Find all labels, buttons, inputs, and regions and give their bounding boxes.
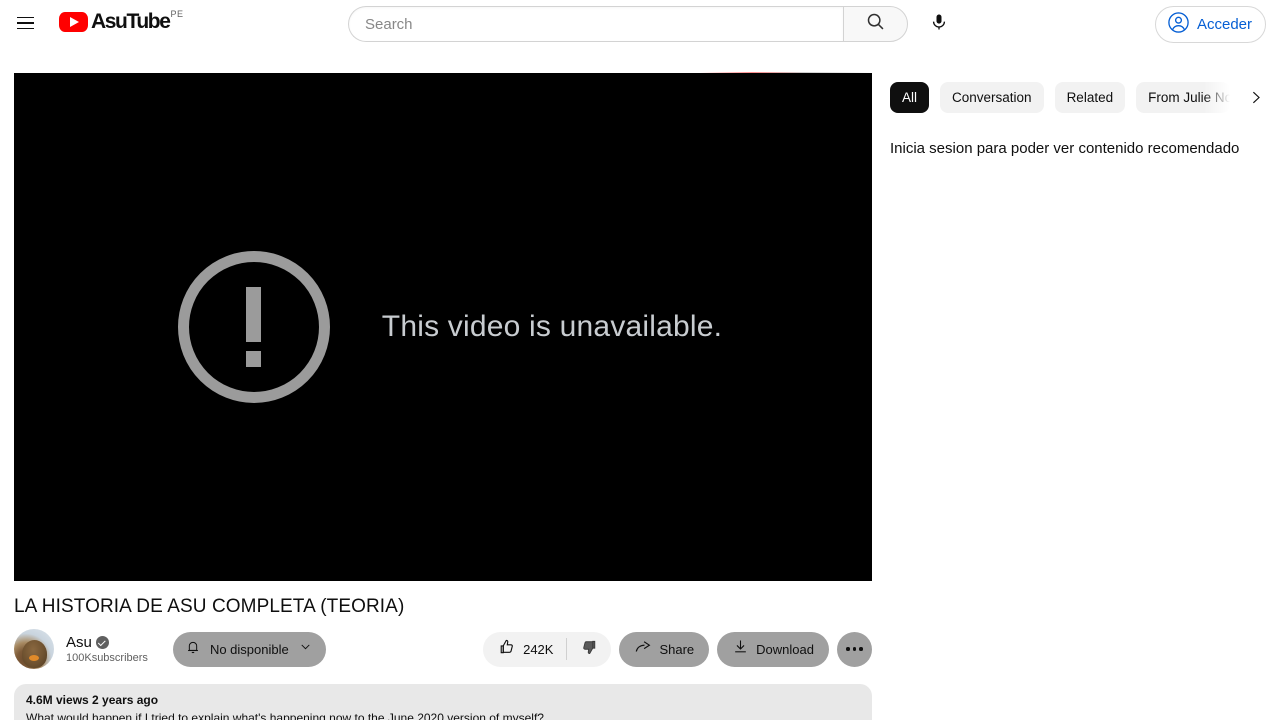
search-box[interactable] — [348, 6, 843, 42]
search-button[interactable] — [843, 6, 908, 42]
logo-text: AsuTube — [91, 10, 171, 33]
account-circle-icon — [1167, 11, 1190, 39]
like-button[interactable]: 242K — [483, 632, 566, 667]
chevron-right-icon[interactable] — [1241, 84, 1269, 112]
filter-chips-row: All Conversation Related From Julie Nolk… — [890, 82, 1280, 113]
thumb-down-icon — [580, 638, 598, 661]
logo[interactable]: AsuTube PE — [59, 8, 184, 38]
search-input[interactable] — [365, 15, 843, 33]
description-meta: 4.6M views 2 years ago — [26, 693, 159, 707]
download-label: Download — [756, 641, 814, 657]
more-actions-button[interactable] — [837, 631, 872, 667]
share-button[interactable]: Share — [619, 631, 710, 667]
bell-icon — [185, 639, 201, 660]
chevron-down-icon — [298, 639, 313, 659]
verified-badge-icon — [95, 636, 109, 649]
hamburger-icon[interactable] — [5, 3, 45, 43]
subscribe-button[interactable]: No disponible — [172, 631, 326, 667]
share-arrow-icon — [634, 638, 652, 661]
youtube-play-icon — [59, 12, 88, 32]
channel-name-row[interactable]: Asu — [66, 634, 148, 651]
sidebar-signin-note: Inicia sesion para poder ver contenido r… — [890, 140, 1240, 157]
search-zone — [348, 5, 958, 43]
video-unavailable-message: This video is unavailable. — [381, 310, 723, 343]
subscribe-label: No disponible — [209, 641, 289, 657]
channel-avatar-marmot[interactable] — [14, 629, 54, 669]
channel-name: Asu — [66, 634, 92, 651]
download-button[interactable]: Download — [717, 631, 829, 667]
video-player[interactable]: This video is unavailable. — [14, 72, 872, 581]
description-body: What would happen if I tried to explain … — [26, 711, 544, 720]
chip-related[interactable]: Related — [1054, 82, 1126, 113]
voice-search-button[interactable] — [920, 5, 958, 43]
secondary-sidebar: All Conversation Related From Julie Nolk… — [890, 82, 1280, 157]
signin-label: Acceder — [1196, 16, 1252, 33]
description-box[interactable]: 4.6M views 2 years ago What would happen… — [14, 684, 872, 720]
thumb-up-icon — [498, 638, 516, 661]
subscriber-count: 100Ksubscribers — [66, 652, 148, 664]
chip-from-julie-nolke[interactable]: From Julie Nolke — [1136, 82, 1231, 113]
channel-meta: Asu 100Ksubscribers — [66, 634, 148, 664]
action-buttons: 242K Share Download — [483, 631, 872, 667]
video-title: LA HISTORIA DE ASU COMPLETA (TEORIA) — [14, 596, 405, 617]
download-icon — [732, 638, 749, 660]
share-label: Share — [659, 641, 695, 657]
like-count: 242K — [523, 641, 554, 657]
like-dislike-group: 242K — [483, 631, 612, 667]
microphone-icon — [929, 12, 949, 37]
logo-country-superscript: PE — [170, 9, 184, 19]
chip-conversation[interactable]: Conversation — [940, 82, 1044, 113]
search-icon — [865, 11, 886, 37]
masthead: AsuTube PE Search Acceder — [0, 0, 1280, 46]
dislike-button[interactable] — [567, 632, 611, 667]
more-horizontal-icon — [846, 647, 850, 651]
progress-bar-remnant — [14, 72, 872, 73]
signin-button[interactable]: Acceder — [1154, 6, 1266, 43]
alert-circle-exclamation-icon — [177, 251, 330, 403]
owner-actions-row: Asu 100Ksubscribers No disponible 242K S… — [14, 628, 872, 670]
chip-all[interactable]: All — [890, 82, 930, 113]
